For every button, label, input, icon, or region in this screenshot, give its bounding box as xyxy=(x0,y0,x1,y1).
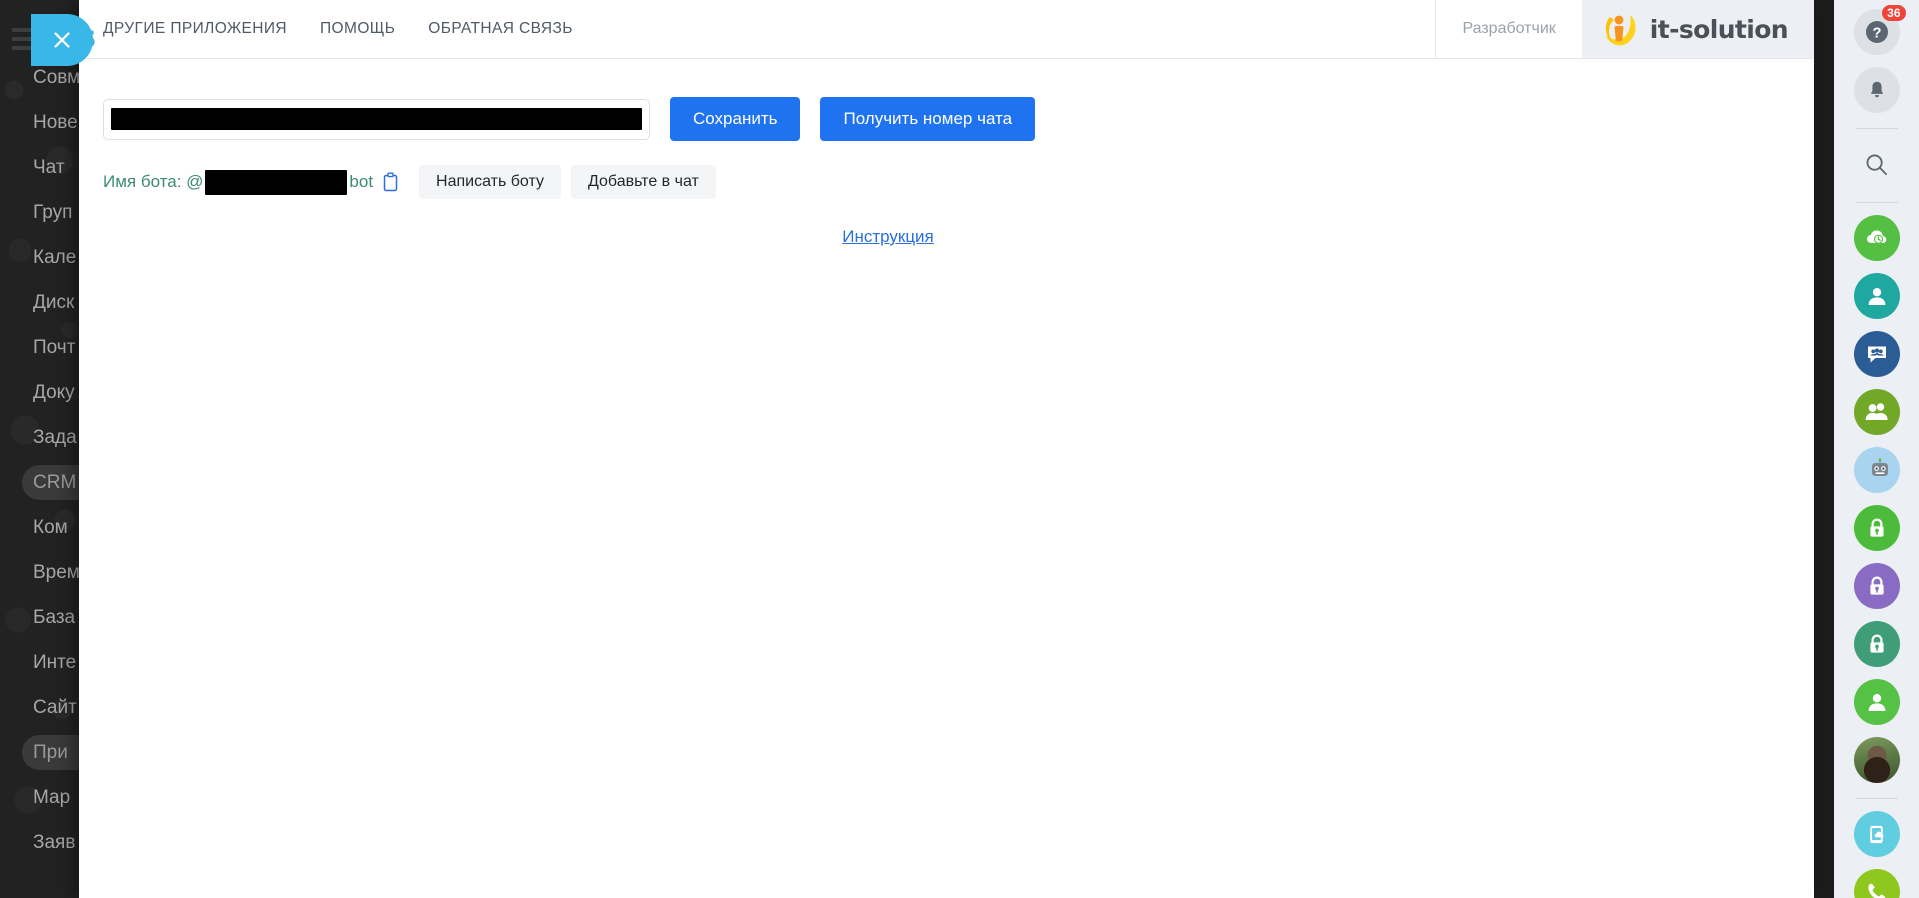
copy-icon[interactable] xyxy=(382,172,399,192)
add-to-chat-button[interactable]: Добавьте в чат xyxy=(570,165,716,199)
phone-call-icon[interactable] xyxy=(1853,869,1900,898)
help-icon[interactable]: ? 36 xyxy=(1853,5,1906,55)
sidebar-item-label: Сайт xyxy=(33,697,77,718)
main-panel: ДРУГИЕ ПРИЛОЖЕНИЯ ПОМОЩЬ ОБРАТНАЯ СВЯЗЬ Ра… xyxy=(79,0,1814,898)
sidebar-item-label: Чат xyxy=(33,157,65,178)
top-navigation: ДРУГИЕ ПРИЛОЖЕНИЯ ПОМОЩЬ ОБРАТНАЯ СВЯЗЬ xyxy=(79,0,1435,58)
app-window: it-s СовмНовеЧатГрупКалеДискПочтДокуЗада… xyxy=(0,0,1919,898)
bot-name-row: Имя бота: @ bot Написать боту Добавьте в… xyxy=(103,165,1814,199)
bot-name-suffix: bot xyxy=(349,172,374,191)
help-badge: 36 xyxy=(1882,5,1906,21)
sidebar-item-label: Заяв xyxy=(33,832,76,853)
sidebar-item-label: База xyxy=(33,607,76,628)
bot-name-display: Имя бота: @ bot xyxy=(103,169,374,195)
bell-icon[interactable] xyxy=(1853,67,1900,113)
redacted-bot-name xyxy=(205,169,348,195)
developer-tab-label: Разработчик xyxy=(1462,20,1556,37)
sidebar-item-label: При xyxy=(33,742,68,763)
get-chat-number-button[interactable]: Получить номер чата xyxy=(820,97,1036,141)
sidebar-item-label: Инте xyxy=(33,652,77,673)
write-to-bot-button[interactable]: Написать боту xyxy=(419,165,561,199)
topnav-item-1[interactable]: ПОМОЩЬ xyxy=(320,20,395,38)
person-teal-icon[interactable] xyxy=(1853,273,1900,319)
sidebar-item-label: Груп xyxy=(33,202,73,223)
top-bar: ДРУГИЕ ПРИЛОЖЕНИЯ ПОМОЩЬ ОБРАТНАЯ СВЯЗЬ Ра… xyxy=(79,0,1814,59)
close-panel-button[interactable] xyxy=(31,14,93,66)
sidebar-item-label: Врем xyxy=(33,562,80,583)
bot-token-input[interactable] xyxy=(103,98,650,140)
sidebar-item-label: CRM xyxy=(33,472,77,493)
lock-green-icon[interactable] xyxy=(1853,505,1900,551)
two-people-icon[interactable] xyxy=(1853,389,1900,435)
lock-teal-icon[interactable] xyxy=(1853,621,1900,667)
right-icon-rail: ? 36 xyxy=(1834,0,1919,898)
bot-name-label: Имя бота: @ xyxy=(103,172,204,191)
avatar-photo xyxy=(1853,737,1900,783)
cloud-clock-icon[interactable] xyxy=(1853,215,1900,261)
mobile-cloud-icon[interactable] xyxy=(1853,811,1900,857)
close-icon xyxy=(54,32,70,48)
sidebar-item-label: Совм xyxy=(33,67,81,88)
lock-purple-icon[interactable] xyxy=(1853,563,1900,609)
rail-divider xyxy=(1855,798,1898,799)
rail-divider xyxy=(1855,128,1898,129)
search-icon[interactable] xyxy=(1854,141,1900,187)
sidebar-item-label: Диск xyxy=(33,292,75,313)
robot-icon[interactable] xyxy=(1853,447,1900,493)
sidebar-item-label: Кале xyxy=(33,247,77,268)
redacted-token-value xyxy=(111,108,642,130)
content-area: Сохранить Получить номер чата Имя бота: … xyxy=(79,59,1814,898)
it-solution-logo-icon xyxy=(1605,15,1636,46)
topnav-item-2[interactable]: ОБРАТНАЯ СВЯЗЬ xyxy=(428,20,573,38)
logo-text: it-solution xyxy=(1649,14,1789,44)
sidebar-item-label: Доку xyxy=(33,382,75,403)
chat-group-icon[interactable] xyxy=(1853,331,1900,377)
sidebar-item-label: Зада xyxy=(33,427,77,448)
token-row: Сохранить Получить номер чата xyxy=(103,97,1814,141)
sidebar-item-label: Нове xyxy=(33,112,78,133)
sidebar-item-label: Мар xyxy=(33,787,71,808)
instruction-link[interactable]: Инструкция xyxy=(842,227,934,246)
person-green-icon[interactable] xyxy=(1853,679,1900,725)
instruction-row: Инструкция xyxy=(103,227,1793,247)
developer-tab[interactable]: Разработчик xyxy=(1435,0,1582,58)
sidebar-item-label: Ком xyxy=(33,517,68,538)
user-avatar[interactable] xyxy=(1853,737,1900,783)
svg-text:?: ? xyxy=(1872,25,1881,42)
topnav-item-0[interactable]: ДРУГИЕ ПРИЛОЖЕНИЯ xyxy=(103,20,287,38)
brand-logo[interactable]: it-solution xyxy=(1581,0,1814,58)
rail-divider xyxy=(1855,202,1898,203)
save-button[interactable]: Сохранить xyxy=(670,97,801,141)
sidebar-item-label: Почт xyxy=(33,337,76,358)
